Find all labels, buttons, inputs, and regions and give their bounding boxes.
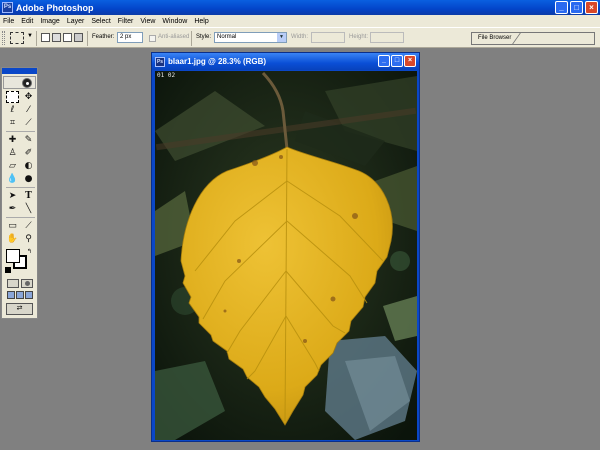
adobe-online-logo[interactable] <box>3 76 36 89</box>
marquee-icon[interactable] <box>6 91 19 103</box>
close-button[interactable]: × <box>585 1 598 14</box>
menu-file[interactable]: File <box>3 18 14 25</box>
hand-icon[interactable]: ✋ <box>6 233 19 245</box>
pen-icon[interactable]: ✒ <box>6 203 19 215</box>
line-shape-icon[interactable]: ╲ <box>22 203 35 215</box>
blur-icon[interactable]: 💧 <box>6 173 19 185</box>
slice-icon[interactable]: ⟋ <box>22 117 35 129</box>
menu-help[interactable]: Help <box>194 18 208 25</box>
tool-divider <box>6 217 35 218</box>
color-swatches: ↰ <box>3 248 36 276</box>
image-canvas[interactable]: 01 02 <box>155 71 417 440</box>
subtract-selection-icon[interactable] <box>63 33 72 42</box>
document-window-controls: _ □ × <box>378 55 416 67</box>
clone-stamp-icon[interactable]: ♙ <box>6 147 19 159</box>
camera-date-stamp: 01 02 <box>157 72 176 79</box>
move-icon[interactable]: ✥ <box>22 91 35 103</box>
document-title: blaar1.jpg @ 28.3% (RGB) <box>168 57 267 66</box>
add-selection-icon[interactable] <box>52 33 61 42</box>
dodge-icon[interactable]: ● <box>22 173 35 185</box>
doc-minimize-button[interactable]: _ <box>378 55 390 67</box>
edit-mode-row <box>2 279 37 288</box>
file-browser-tab[interactable]: File Browser <box>471 32 595 45</box>
options-bar: ▼ Feather: 2 px Anti-aliased Style: Norm… <box>0 27 600 48</box>
style-select[interactable]: Normal ▼ <box>214 32 287 43</box>
minimize-button[interactable]: _ <box>555 1 568 14</box>
history-brush-icon[interactable]: ✐ <box>22 147 35 159</box>
menu-image[interactable]: Image <box>40 18 59 25</box>
tool-divider <box>6 131 35 132</box>
anti-aliased-label: Anti-aliased <box>158 34 190 40</box>
eyedropper-icon[interactable]: ⟋ <box>22 220 35 232</box>
menu-filter[interactable]: Filter <box>118 18 134 25</box>
foreground-color-swatch[interactable] <box>6 249 20 263</box>
feather-label: Feather: <box>92 34 115 40</box>
options-separator <box>191 31 192 46</box>
app-title-bar[interactable]: Ps Adobe Photoshop _ □ × <box>0 0 600 15</box>
tool-preset-dropdown-icon[interactable]: ▼ <box>27 33 33 39</box>
toolbox-palette: ✥ ℓ ⁄ ⌗ ⟋ ✚ ✎ ♙ ✐ ▱ ◐ 💧 ● ➤ T ✒ ╲ ▭ ⟋ ✋ … <box>1 67 38 319</box>
photoshop-app-icon[interactable]: Ps <box>2 2 13 13</box>
lasso-icon[interactable]: ℓ <box>6 104 19 116</box>
notes-icon[interactable]: ▭ <box>6 220 19 232</box>
quick-mask-icon[interactable] <box>20 279 33 288</box>
tool-divider <box>6 187 35 188</box>
height-label: Height: <box>349 34 369 40</box>
options-bar-grip[interactable] <box>2 31 5 45</box>
options-separator <box>36 31 37 46</box>
options-separator <box>87 31 88 46</box>
doc-maximize-button[interactable]: □ <box>391 55 403 67</box>
width-label: Width: <box>291 34 309 40</box>
menu-view[interactable]: View <box>140 18 155 25</box>
marquee-preset-icon[interactable] <box>10 32 24 44</box>
app-window-controls: _ □ × <box>555 1 598 14</box>
toolbox-title-bar[interactable] <box>2 68 37 74</box>
leaf-photo <box>155 71 417 440</box>
eraser-icon[interactable]: ▱ <box>6 160 19 172</box>
jump-to-imageready-icon[interactable]: ⇄ <box>6 303 33 315</box>
standard-screen-icon[interactable] <box>6 291 15 299</box>
brush-icon[interactable]: ✎ <box>22 134 35 146</box>
menu-edit[interactable]: Edit <box>21 18 33 25</box>
screen-mode-row <box>2 291 37 299</box>
height-input[interactable] <box>370 32 404 43</box>
type-icon[interactable]: T <box>22 190 35 202</box>
document-title-bar[interactable]: Ps blaar1.jpg @ 28.3% (RGB) _ □ × <box>152 53 419 70</box>
full-screen-icon[interactable] <box>24 291 33 299</box>
standard-mode-icon[interactable] <box>6 279 19 288</box>
app-title: Adobe Photoshop <box>16 2 94 13</box>
doc-close-button[interactable]: × <box>404 55 416 67</box>
eye-icon <box>22 78 32 88</box>
anti-aliased-checkbox[interactable] <box>149 35 156 42</box>
document-window: Ps blaar1.jpg @ 28.3% (RGB) _ □ × 01 02 <box>151 52 420 442</box>
magic-wand-icon[interactable]: ⁄ <box>22 104 35 116</box>
swap-colors-icon[interactable]: ↰ <box>27 248 32 255</box>
new-selection-icon[interactable] <box>41 33 50 42</box>
healing-brush-icon[interactable]: ✚ <box>6 134 19 146</box>
full-screen-menu-icon[interactable] <box>15 291 24 299</box>
maximize-button[interactable]: □ <box>570 1 583 14</box>
path-selection-icon[interactable]: ➤ <box>6 190 19 202</box>
menu-layer[interactable]: Layer <box>67 18 85 25</box>
zoom-icon[interactable]: ⚲ <box>22 233 35 245</box>
style-label: Style: <box>196 34 212 40</box>
menu-select[interactable]: Select <box>91 18 110 25</box>
menu-window[interactable]: Window <box>162 18 187 25</box>
document-icon: Ps <box>155 56 165 67</box>
style-value: Normal <box>217 34 237 40</box>
crop-icon[interactable]: ⌗ <box>6 117 19 129</box>
menu-bar: File Edit Image Layer Select Filter View… <box>0 15 600 27</box>
default-colors-icon[interactable] <box>5 267 11 273</box>
tool-grid: ✥ ℓ ⁄ ⌗ ⟋ ✚ ✎ ♙ ✐ ▱ ◐ 💧 ● ➤ T ✒ ╲ ▭ ⟋ ✋ … <box>2 91 37 245</box>
feather-input[interactable]: 2 px <box>117 32 143 43</box>
gradient-icon[interactable]: ◐ <box>22 160 35 172</box>
width-input[interactable] <box>311 32 345 43</box>
intersect-selection-icon[interactable] <box>74 33 83 42</box>
chevron-down-icon: ▼ <box>277 33 286 42</box>
